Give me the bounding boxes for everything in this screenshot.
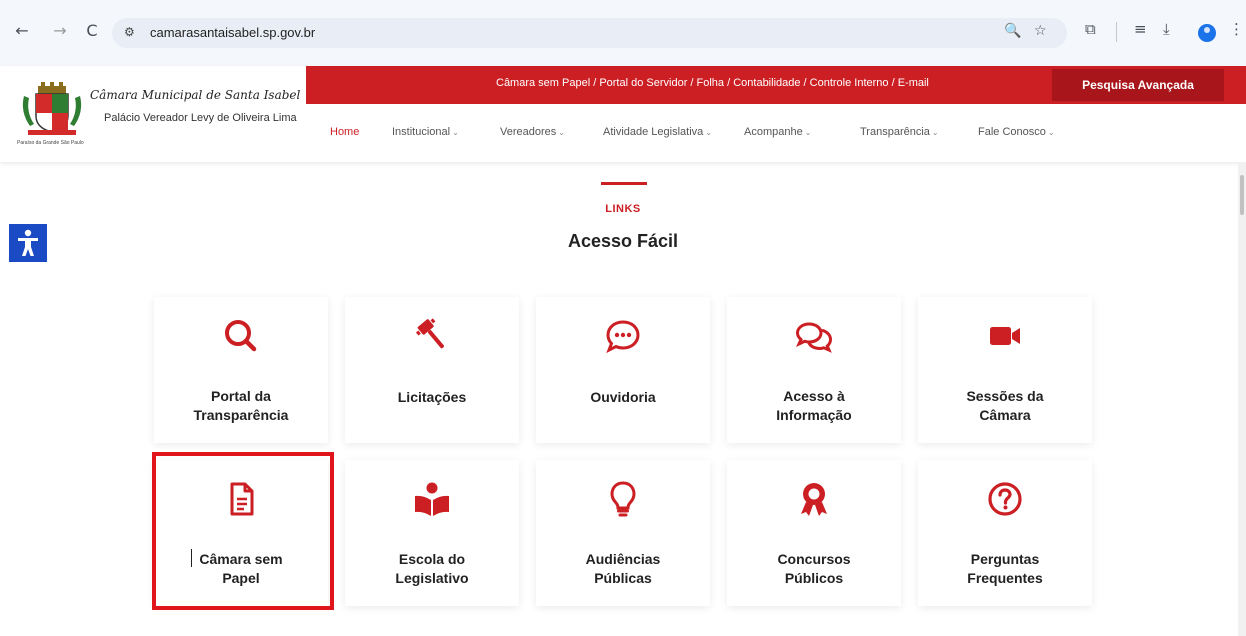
chevron-down-icon: ⌄ (1047, 128, 1055, 137)
forward-icon[interactable]: → (50, 21, 70, 41)
card-label: Perguntas Frequentes (967, 551, 1043, 586)
lightbulb-icon (610, 481, 636, 517)
nav-atividade-legislativa[interactable]: Atividade Legislativa ⌄ (603, 126, 712, 138)
nav-institucional[interactable]: Institucional ⌄ (392, 126, 459, 138)
chevron-down-icon: ⌄ (452, 128, 459, 137)
org-subtitle: Palácio Vereador Levy de Oliveira Lima (104, 112, 297, 124)
card-label: Audiências Públicas (585, 551, 661, 586)
browser-menu-icon[interactable]: ⋮ (1229, 20, 1244, 38)
section-title: Acesso Fácil (567, 231, 679, 251)
download-icon[interactable]: ⤓ (1163, 20, 1170, 38)
video-camera-icon (990, 327, 1020, 345)
site-info-icon[interactable]: ⚙ (124, 25, 135, 39)
card-portal-transparencia[interactable]: Portal da Transparência (154, 297, 328, 443)
nav-label: Home (330, 126, 360, 138)
toolbar-separator (1116, 22, 1117, 42)
extensions-icon[interactable]: ⧉ (1085, 20, 1096, 38)
nav-vereadores[interactable]: Vereadores ⌄ (500, 126, 565, 138)
nav-transparencia[interactable]: Transparência ⌄ (860, 126, 939, 138)
nav-label: Institucional (392, 126, 451, 138)
card-label: Sessões da Câmara (966, 388, 1044, 423)
chevron-down-icon: ⌄ (804, 128, 812, 137)
chat-dots-icon (606, 320, 640, 354)
chevron-down-icon: ⌄ (558, 128, 565, 137)
scrollbar-track[interactable] (1238, 162, 1246, 636)
card-concursos-publicos[interactable]: Concursos Públicos (727, 460, 901, 606)
site-logo[interactable]: Paraíso da Grande São Paulo Câmara Munic… (0, 66, 306, 162)
section-divider (601, 182, 647, 185)
crest-caption: Paraíso da Grande São Paulo (17, 140, 84, 146)
chevron-down-icon: ⌄ (705, 128, 712, 137)
nav-label: Fale Conosco (978, 126, 1046, 138)
url-text[interactable]: camarasantaisabel.sp.gov.br (150, 25, 315, 40)
media-control-icon[interactable]: ≡ (1134, 20, 1147, 38)
nav-acompanhe[interactable]: Acompanhe ⌄ (744, 126, 811, 138)
back-icon[interactable]: ← (12, 21, 32, 41)
card-audiencias-publicas[interactable]: Audiências Públicas (536, 460, 710, 606)
card-sessoes-camara[interactable]: Sessões da Câmara (918, 297, 1092, 443)
card-label: Concursos Públicos (777, 551, 851, 586)
card-label: Escola do Legislativo (395, 551, 469, 586)
card-acesso-informacao[interactable]: Acesso à Informação (727, 297, 901, 443)
card-label: Portal da Transparência (193, 388, 289, 423)
address-bar[interactable]: ⚙ camarasantaisabel.sp.gov.br 🔍 ☆ (112, 18, 1067, 48)
nav-label: Atividade Legislativa (603, 126, 704, 138)
zoom-icon[interactable]: 🔍 (1004, 23, 1021, 39)
card-ouvidoria[interactable]: Ouvidoria (536, 297, 710, 443)
bookmark-star-icon[interactable]: ☆ (1034, 23, 1047, 39)
nav-home[interactable]: Home (330, 126, 359, 138)
card-label: Ouvidoria (590, 389, 656, 405)
org-name[interactable]: Câmara Municipal de Santa Isabel (90, 88, 300, 102)
question-icon (988, 482, 1022, 516)
section-eyebrow: LINKS (605, 203, 641, 215)
card-licitacoes[interactable]: Licitações (345, 297, 519, 443)
text-cursor (191, 549, 192, 567)
top-links-bar: Câmara sem Papel / Portal do Servidor / … (306, 66, 1246, 104)
nav-label: Acompanhe (744, 126, 803, 138)
main-nav: Home Institucional ⌄ Vereadores ⌄ Atividad… (306, 104, 1246, 162)
reader-icon (415, 482, 449, 516)
nav-label: Vereadores (500, 126, 557, 138)
profile-avatar[interactable] (1198, 24, 1216, 42)
card-escola-legislativo[interactable]: Escola do Legislativo (345, 460, 519, 606)
search-icon (225, 320, 257, 352)
nav-fale-conosco[interactable]: Fale Conosco ⌄ (978, 126, 1055, 138)
reload-icon[interactable]: C (82, 21, 102, 41)
scrollbar-thumb[interactable] (1240, 175, 1244, 215)
top-links[interactable]: Câmara sem Papel / Portal do Servidor / … (496, 77, 929, 89)
chevron-down-icon: ⌄ (931, 128, 939, 137)
nav-label: Transparência (860, 126, 930, 138)
highlight-box (152, 452, 334, 610)
advanced-search-button[interactable]: Pesquisa Avançada (1052, 69, 1224, 101)
card-label: Licitações (397, 389, 467, 405)
card-perguntas-frequentes[interactable]: Perguntas Frequentes (918, 460, 1092, 606)
gavel-icon (415, 318, 444, 349)
site-header: Paraíso da Grande São Paulo Câmara Munic… (0, 66, 1246, 162)
browser-toolbar: ← → C ⚙ camarasantaisabel.sp.gov.br 🔍 ☆ … (0, 0, 1246, 66)
crest-icon (22, 82, 82, 135)
award-icon (801, 483, 827, 516)
card-label: Acesso à Informação (776, 388, 852, 423)
comments-icon (795, 322, 833, 353)
